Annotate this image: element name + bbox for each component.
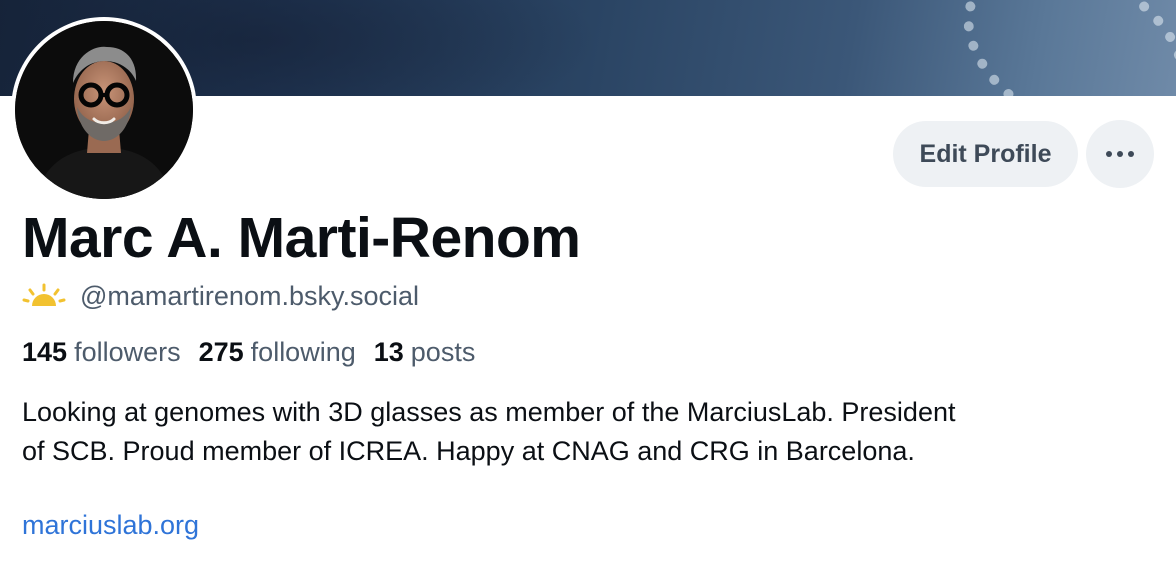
profile-display-name: Marc A. Marti-Renom	[22, 206, 581, 270]
more-horizontal-icon	[1128, 151, 1134, 157]
profile-stats: 145 followers 275 following 13 posts	[22, 334, 475, 370]
more-options-button[interactable]	[1086, 120, 1154, 188]
avatar[interactable]	[11, 17, 197, 203]
profile-bio: Looking at genomes with 3D glasses as me…	[22, 393, 1152, 471]
following-label: following	[250, 336, 356, 367]
edit-profile-button[interactable]: Edit Profile	[893, 121, 1078, 187]
bio-line: of SCB. Proud member of ICREA. Happy at …	[22, 436, 915, 466]
website-link[interactable]: marciuslab.org	[22, 510, 199, 541]
avatar-image	[15, 21, 193, 199]
more-horizontal-icon	[1117, 151, 1123, 157]
following-count: 275	[198, 336, 244, 367]
more-horizontal-icon	[1106, 151, 1112, 157]
sun-icon	[22, 283, 66, 306]
posts-stat: 13 posts	[374, 337, 476, 368]
followers-label: followers	[74, 336, 181, 367]
posts-label: posts	[410, 336, 476, 367]
handle-row: @mamartirenom.bsky.social	[22, 278, 419, 314]
posts-count: 13	[373, 336, 404, 367]
bio-line: Looking at genomes with 3D glasses as me…	[22, 397, 956, 427]
following-stat[interactable]: 275 following	[199, 337, 356, 368]
profile-handle: @mamartirenom.bsky.social	[80, 280, 419, 311]
followers-stat[interactable]: 145 followers	[22, 337, 181, 368]
followers-count: 145	[22, 336, 68, 367]
